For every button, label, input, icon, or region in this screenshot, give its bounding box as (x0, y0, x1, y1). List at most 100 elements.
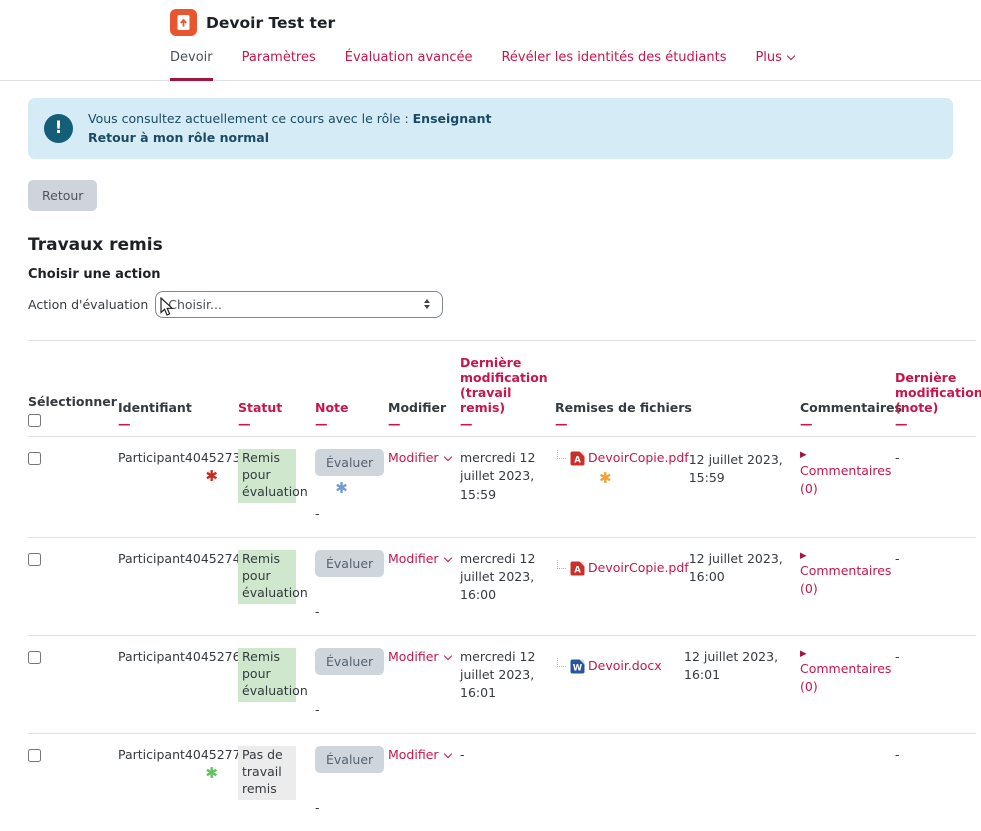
header-note[interactable]: Note — (315, 340, 388, 437)
select-updown-icon (424, 299, 430, 309)
participant-cell: Participant4045277 ✱ (118, 734, 238, 831)
submission-file-link[interactable]: DevoirCopie.pdf (588, 559, 689, 577)
tab-parametres[interactable]: Paramètres (242, 50, 316, 80)
sort-dash-icon: — (895, 418, 968, 431)
header-modifier: Modifier — (388, 340, 460, 437)
comments-count: (0) (800, 679, 818, 694)
header-derniere-modification-travail[interactable]: Dernière modification (travail remis) — (460, 340, 555, 437)
comments-toggle[interactable]: ▶ Commentaires (0) (800, 550, 887, 599)
file-cell (555, 734, 800, 831)
note-cell: Évaluer - (315, 537, 388, 635)
note-cell: Évaluer - (315, 636, 388, 734)
status-badge: Remis pour évaluation (238, 550, 296, 604)
participant-id: Participant4045276 (118, 648, 224, 666)
grade-time: - (895, 636, 976, 734)
chevron-down-icon (443, 554, 451, 562)
table-row: Participant4045277 ✱ Pas de travail remi… (28, 734, 976, 831)
file-time: 12 juillet 2023, 15:59 (689, 451, 797, 487)
grade-time: - (895, 734, 976, 831)
edit-menu[interactable]: Modifier (388, 450, 451, 465)
row-checkbox[interactable] (28, 651, 41, 664)
grade-button[interactable]: Évaluer (315, 449, 384, 476)
participant-id: Participant4045274 (118, 550, 224, 568)
svg-text:W: W (573, 663, 583, 673)
back-button[interactable]: Retour (28, 180, 97, 211)
file-cell: A DevoirCopie.pdf ✱ 12 juillet 2023, 15:… (555, 437, 800, 538)
comments-cell (800, 734, 895, 831)
status-badge: Pas de travail remis (238, 746, 296, 800)
header-select: Sélectionner (28, 340, 118, 437)
course-header: Devoir Test ter (0, 0, 981, 36)
submission-time: mercredi 12 juillet 2023, 15:59 (460, 437, 555, 538)
participant-cell: Participant4045274 (118, 537, 238, 635)
status-badge: Remis pour évaluation (238, 449, 296, 503)
role-message: Vous consultez actuellement ce cours ave… (88, 111, 413, 126)
file-time: 12 juillet 2023, 16:00 (689, 550, 797, 586)
select-all-checkbox[interactable] (28, 414, 41, 427)
tab-plus[interactable]: Plus (755, 50, 793, 80)
grade-button[interactable]: Évaluer (315, 648, 384, 675)
row-checkbox[interactable] (28, 553, 41, 566)
header-remises-fichiers: Remises de fichiers — (555, 340, 800, 437)
role-banner: ! Vous consultez actuellement ce cours a… (28, 98, 953, 159)
grade-time: - (895, 437, 976, 538)
edit-menu[interactable]: Modifier (388, 551, 451, 566)
header-derniere-modification-note[interactable]: Dernière modification (note) — (895, 340, 976, 437)
sort-dash-icon: — (315, 418, 380, 431)
comments-cell: ▶ Commentaires (0) (800, 537, 895, 635)
note-value: - (315, 799, 380, 817)
grading-action-row: Action d'évaluation Choisir... (28, 291, 981, 318)
sort-dash-icon: — (460, 418, 547, 431)
tab-evaluation-avancee[interactable]: Évaluation avancée (345, 50, 473, 80)
header-statut[interactable]: Statut — (238, 340, 315, 437)
edit-menu[interactable]: Modifier (388, 649, 451, 664)
role-banner-text: Vous consultez actuellement ce cours ave… (88, 109, 491, 148)
pdf-file-icon: A (570, 451, 585, 466)
submissions-title: Travaux remis (28, 235, 981, 255)
sort-dash-icon: — (800, 418, 887, 431)
participant-id: Participant4045277 (118, 746, 224, 764)
sort-dash-icon: — (118, 418, 230, 431)
note-cell: Évaluer - (315, 734, 388, 831)
tree-branch-icon (557, 658, 566, 667)
grade-button[interactable]: Évaluer (315, 746, 384, 773)
comments-cell: ▶ Commentaires (0) (800, 437, 895, 538)
comments-toggle[interactable]: ▶ Commentaires (0) (800, 449, 887, 498)
status-badge: Remis pour évaluation (238, 648, 296, 702)
word-file-icon: W (570, 659, 585, 674)
activity-tabs: Devoir Paramètres Évaluation avancée Rév… (0, 36, 981, 81)
submissions-table: Sélectionner Identifiant — Statut — Note… (28, 340, 976, 831)
participant-cell: Participant4045273 ✱ (118, 437, 238, 538)
chevron-down-icon (443, 750, 451, 758)
tab-reveler-identites[interactable]: Révéler les identités des étudiants (501, 50, 726, 80)
row-checkbox[interactable] (28, 749, 41, 762)
table-row: Participant4045274 Remis pour évaluation… (28, 537, 976, 635)
tree-branch-icon (557, 560, 566, 569)
chevron-down-icon (443, 453, 451, 461)
grade-button[interactable]: Évaluer (315, 550, 384, 577)
grading-action-select[interactable]: Choisir... (155, 291, 443, 318)
table-header-row: Sélectionner Identifiant — Statut — Note… (28, 340, 976, 437)
note-value: - (315, 701, 380, 719)
comments-toggle[interactable]: ▶ Commentaires (0) (800, 648, 887, 697)
grading-action-selected-value: Choisir... (168, 297, 222, 312)
comments-count: (0) (800, 481, 818, 496)
submission-time: mercredi 12 juillet 2023, 16:00 (460, 537, 555, 635)
file-time: 12 juillet 2023, 16:01 (684, 648, 792, 684)
page-title: Devoir Test ter (206, 14, 335, 32)
edit-menu[interactable]: Modifier (388, 747, 451, 762)
header-identifiant[interactable]: Identifiant — (118, 340, 238, 437)
exclamation-icon: ! (44, 114, 73, 143)
note-cell: Évaluer ✱ - (315, 437, 388, 538)
note-value: - (315, 603, 380, 621)
tab-devoir[interactable]: Devoir (170, 50, 213, 80)
grading-action-label: Action d'évaluation (28, 297, 148, 312)
submission-file-link[interactable]: DevoirCopie.pdf (588, 449, 689, 467)
new-flag-icon: ✱ (118, 764, 218, 784)
submission-file-link[interactable]: Devoir.docx (588, 657, 662, 675)
role-name: Enseignant (413, 111, 492, 126)
return-to-normal-role-link[interactable]: Retour à mon rôle normal (88, 128, 491, 147)
row-checkbox[interactable] (28, 452, 41, 465)
sort-dash-icon: — (388, 418, 452, 431)
header-commentaires: Commentaires — (800, 340, 895, 437)
